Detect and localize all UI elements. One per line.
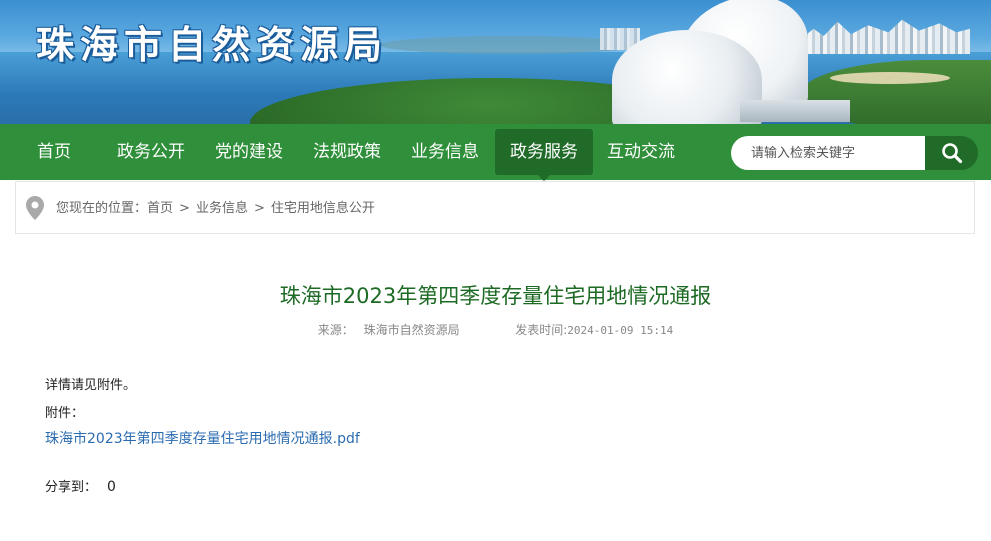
share-count: 0 [107,479,116,495]
breadcrumb: 您现在的位置：首页 > 业务信息 > 住宅用地信息公开 [15,181,975,234]
header-banner: 珠海市自然资源局 [0,0,991,124]
source-label: 来源： [317,323,354,337]
breadcrumb-business-info[interactable]: 业务信息 [196,201,248,216]
article-body: 详情请见附件。 [45,378,137,393]
publish-time-label: 发表时间: [515,323,568,337]
breadcrumb-residential-land[interactable]: 住宅用地信息公开 [271,201,375,216]
search-icon [942,143,963,164]
banner-opera-house-base [740,100,850,122]
nav-item-gov-affairs[interactable]: 政务公开 [110,124,192,180]
share-bar: 分享到： 0 [45,476,116,495]
source-value: 珠海市自然资源局 [363,323,460,337]
banner-city-right [800,19,970,54]
breadcrumb-trail: 您现在的位置：首页 > 业务信息 > 住宅用地信息公开 [56,182,375,235]
share-label: 分享到： [45,480,98,495]
breadcrumb-home[interactable]: 首页 [147,201,173,216]
search-input[interactable] [731,136,925,170]
breadcrumb-prefix: 您现在的位置： [56,201,148,216]
breadcrumb-separator: > [253,201,265,216]
attachment-label: 附件： [45,406,85,421]
location-pin-icon [26,196,44,220]
search-button[interactable] [925,136,978,170]
article-meta: 来源： 珠海市自然资源局 发表时间:2024-01-09 15:14 [0,321,991,338]
article-title: 珠海市2023年第四季度存量住宅用地情况通报 [279,284,712,308]
nav-item-regulations[interactable]: 法规政策 [306,124,388,180]
publish-time-value: 2024-01-09 15:14 [567,324,674,337]
site-title: 珠海市自然资源局 [36,23,389,67]
nav-item-interaction[interactable]: 互动交流 [600,124,682,180]
attachment-link[interactable]: 珠海市2023年第四季度存量住宅用地情况通报.pdf [45,428,360,448]
nav-item-gov-services[interactable]: 政务服务 [495,129,593,181]
breadcrumb-separator: > [179,201,190,216]
nav-item-home[interactable]: 首页 [20,124,88,180]
nav-item-business-info[interactable]: 业务信息 [404,124,486,180]
nav-item-party[interactable]: 党的建设 [208,124,290,180]
banner-beach [830,72,950,84]
